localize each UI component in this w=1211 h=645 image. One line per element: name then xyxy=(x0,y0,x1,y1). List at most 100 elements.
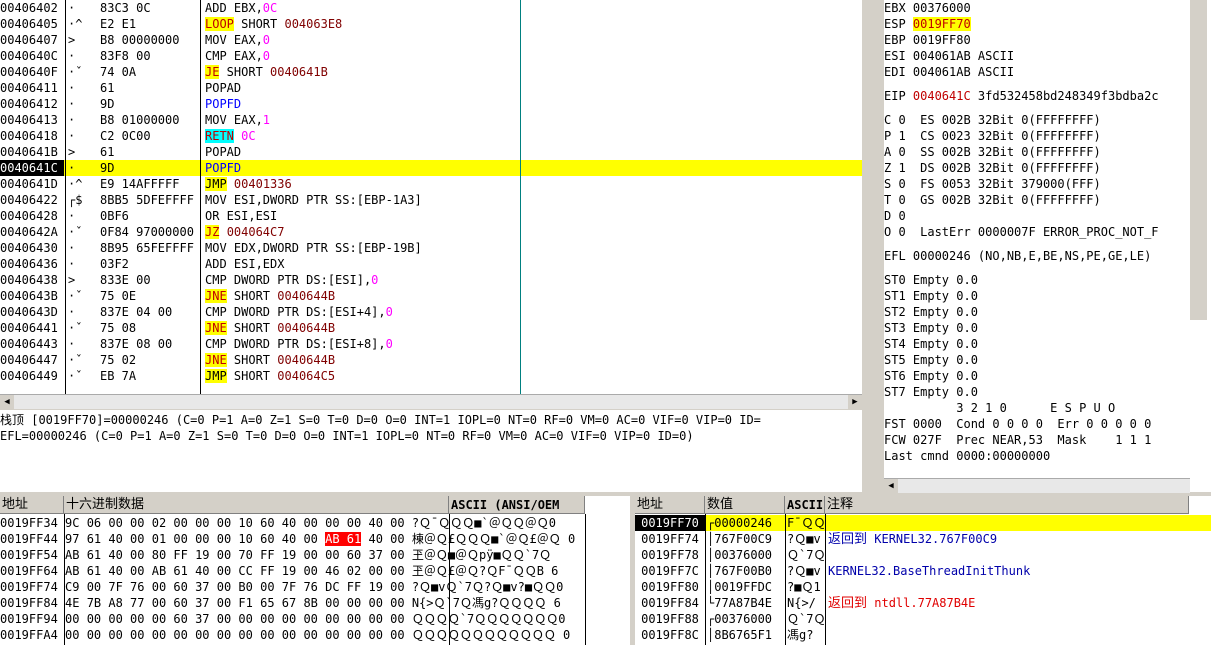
disasm-row[interactable]: 00406411 · 61 POPAD xyxy=(0,80,862,96)
instruction-token: 0040644B xyxy=(277,321,336,335)
stack-comment-target: ntdll.77A87B4E xyxy=(867,596,976,610)
stack-row[interactable]: 0019FF84 └77A87B4E N{>/ 返回到 ntdll.77A87B4E xyxy=(635,595,1211,611)
stack-row[interactable]: 0019FF70 ┌00000246 F¯ＱＱ xyxy=(635,515,1211,531)
scroll-left-icon[interactable]: ◀ xyxy=(884,479,898,493)
disasm-row[interactable]: 00406402 · 83C3 0C ADD EBX,0C xyxy=(0,0,862,16)
disasm-row[interactable]: 0040642A ·ˇ 0F84 97000000 JZ 004064C7 xyxy=(0,224,862,240)
disasm-row[interactable]: 00406438 >833E 00 CMP DWORD PTR DS:[ESI],0 xyxy=(0,272,862,288)
disasm-marker: · xyxy=(68,161,76,175)
stack-row[interactable]: 0019FF80 │0019FFDC ?■Ｑ1 xyxy=(635,579,1211,595)
disasm-address: 0040640C xyxy=(0,49,58,63)
disasm-row[interactable]: 00406443 · 837E 08 00 CMP DWORD PTR DS:[ESI… xyxy=(0,336,862,352)
disasm-instruction: JNE SHORT 0040644B xyxy=(205,288,520,304)
disasm-address: 00406407 xyxy=(0,33,58,47)
stack-address: 0019FF74 xyxy=(641,532,699,546)
disassembly-pane[interactable]: 00406402 · 83C3 0C ADD EBX,0C 00406405 ·^ E2 E… xyxy=(0,0,862,394)
dump-header-ascii[interactable]: ASCII (ANSI/OEM xyxy=(449,496,585,514)
instruction-token: CMP EAX, xyxy=(205,49,263,63)
stack-row[interactable]: 0019FF8C │8B6765F1 馮g? xyxy=(635,627,1211,643)
dump-row[interactable]: 0019FF74 C9 00 7F 76 00 60 37 00 B0 00 7… xyxy=(0,579,563,595)
disasm-row[interactable]: 0040643D · 837E 04 00 CMP DWORD PTR DS:[ESI… xyxy=(0,304,862,320)
instruction-token: JZ xyxy=(205,225,220,239)
dump-row[interactable]: 0019FF44 97 61 40 00 01 00 00 00 10 60 4… xyxy=(0,531,575,547)
disasm-row[interactable]: 00406449 ·ˇ EB 7A JMP SHORT 004064C5 xyxy=(0,368,862,384)
disasm-row-partial[interactable] xyxy=(0,384,862,394)
dump-row[interactable]: 0019FF54 AB 61 40 00 80 FF 19 00 70 FF 1… xyxy=(0,547,551,563)
disasm-address: 0040641B xyxy=(0,145,58,159)
dump-address: 0019FF54 xyxy=(0,548,58,562)
stack-row[interactable]: 0019FF74 │767F00C9 ?Ｑ■v 返回到 KERNEL32.767F00… xyxy=(635,531,1211,547)
memory-dump-pane[interactable]: 地址 十六进制数据 ASCII (ANSI/OEM 0019FF34 9C 06… xyxy=(0,496,630,645)
disasm-address: 00406436 xyxy=(0,257,58,271)
register-eip: EIP 0040641C 3fd532458bd248349f3bdba2c xyxy=(884,88,1159,104)
disasm-row[interactable]: 00406447 ·ˇ 75 02 JNE SHORT 0040644B xyxy=(0,352,862,368)
stack-row[interactable]: 0019FF88 ┌00376000 Ｑ`7Ｑ xyxy=(635,611,1211,627)
disasm-row[interactable]: 0040641D ·^ E9 14AFFFFF JMP 00401336 xyxy=(0,176,862,192)
disasm-hex: 75 02 xyxy=(100,353,137,367)
stack-address: 0019FF80 xyxy=(641,580,699,594)
disasm-row[interactable]: 00406413 · B8 01000000 MOV EAX,1 xyxy=(0,112,862,128)
disasm-address: 00406412 xyxy=(0,97,58,111)
disasm-hex: 75 0E xyxy=(100,289,137,303)
disasm-row[interactable]: 0040643B ·ˇ 75 0E JNE SHORT 0040644B xyxy=(0,288,862,304)
segment-flag-row: A 0 SS 002B 32Bit 0(FFFFFFFF) xyxy=(884,145,1101,159)
register-eip-value[interactable]: 0040641C xyxy=(913,89,971,103)
disasm-row[interactable]: 00406407 > B8 00000000 MOV EAX,0 xyxy=(0,32,862,48)
stack-pane[interactable]: 地址 数值 ASCII 注释 0019FF70 ┌00000246 F¯ＱＱ 0019… xyxy=(635,496,1211,645)
stack-header-address[interactable]: 地址 xyxy=(635,496,705,514)
stack-header-comment[interactable]: 注释 xyxy=(825,496,1189,514)
register-esp-value[interactable]: 0019FF70 xyxy=(912,17,971,31)
pane-splitter[interactable] xyxy=(862,0,884,492)
dump-row[interactable]: 0019FF84 4E 7B A8 77 00 60 37 00 F1 65 6… xyxy=(0,595,561,611)
disasm-row[interactable]: 00406428 · 0BF6 OR ESI,ESI xyxy=(0,208,862,224)
stack-header-ascii[interactable]: ASCII xyxy=(785,496,825,514)
disasm-row[interactable]: 00406441 ·ˇ 75 08 JNE SHORT 0040644B xyxy=(0,320,862,336)
stack-row[interactable]: 0019FF78 │00376000 Ｑ`7Ｑ xyxy=(635,547,1211,563)
stack-row[interactable]: 0019FF7C │767F00B0 ?Ｑ■v KERNEL32.BaseThread… xyxy=(635,563,1211,579)
disasm-marker: · xyxy=(68,209,76,223)
segment-flag-row: P 1 CS 0023 32Bit 0(FFFFFFFF) xyxy=(884,129,1101,143)
disasm-row[interactable]: 00406405 ·^ E2 E1 LOOP SHORT 004063E8 xyxy=(0,16,862,32)
registers-horizontal-scrollbar[interactable]: ◀ xyxy=(884,478,1190,493)
dump-row[interactable]: 0019FF94 00 00 00 00 00 60 37 00 00 00 0… xyxy=(0,611,566,627)
stack-ascii: 馮g? xyxy=(787,628,814,642)
dump-row[interactable]: 0019FF34 9C 06 00 00 02 00 00 00 10 60 4… xyxy=(0,515,556,531)
registers-pane[interactable]: EBX 00376000 ESP 0019FF70 EBP 0019FF80 ESI … xyxy=(884,0,1211,492)
disasm-address: 0040640F xyxy=(0,65,58,79)
scroll-right-icon[interactable]: ▶ xyxy=(848,395,862,409)
dump-row[interactable]: 0019FF64 AB 61 40 00 AB 61 40 00 CC FF 1… xyxy=(0,563,558,579)
stack-header-value[interactable]: 数值 xyxy=(705,496,785,514)
disasm-row[interactable]: 0040641B >61 POPAD xyxy=(0,144,862,160)
disasm-hex: 837E 04 00 xyxy=(100,305,173,319)
disasm-row[interactable]: 0040641C · 9D POPFD xyxy=(0,160,862,176)
disasm-row[interactable]: 00406430 · 8B95 65FEFFFF MOV EDX,DWORD PTR … xyxy=(0,240,862,256)
column-divider xyxy=(65,0,66,394)
scroll-left-icon[interactable]: ◀ xyxy=(0,395,14,409)
dump-header-address[interactable]: 地址 xyxy=(0,496,64,514)
dump-row[interactable]: 0019FFA4 00 00 00 00 00 00 00 00 00 00 0… xyxy=(0,627,570,643)
disasm-row[interactable]: 0040640F ·ˇ 74 0A JE SHORT 0040641B xyxy=(0,64,862,80)
disasm-address: 0040641C xyxy=(0,160,64,176)
instruction-token: LOOP xyxy=(205,17,234,31)
dump-address: 0019FF64 xyxy=(0,564,58,578)
fpu-last-command: Last cmnd 0000:00000000 xyxy=(884,449,1051,463)
segment-flag-row: O 0 LastErr 0000007F ERROR_PROC_NOT_F xyxy=(884,225,1159,239)
registers-vertical-scrollbar[interactable] xyxy=(1190,0,1207,320)
disasm-hex: 83F8 00 xyxy=(100,49,151,63)
disasm-row[interactable]: 00406418 · C2 0C00 RETN 0C xyxy=(0,128,862,144)
disassembly-horizontal-scrollbar[interactable]: ◀ ▶ xyxy=(0,394,862,409)
stack-value: │00376000 xyxy=(707,548,773,562)
stack-address: 0019FF84 xyxy=(641,596,699,610)
disasm-row[interactable]: 00406412 · 9D POPFD xyxy=(0,96,862,112)
dump-hex-highlight: AB 61 xyxy=(325,532,362,546)
disasm-marker: ·ˇ xyxy=(68,289,83,303)
stack-ascii: Ｑ`7Ｑ xyxy=(787,612,825,626)
disasm-row[interactable]: 0040640C · 83F8 00 CMP EAX,0 xyxy=(0,48,862,64)
dump-header-hex[interactable]: 十六进制数据 xyxy=(64,496,449,514)
dump-gap xyxy=(405,564,412,578)
disasm-marker: ·ˇ xyxy=(68,65,83,79)
dump-gap xyxy=(405,532,412,546)
disasm-row[interactable]: 00406422 ┌$ 8BB5 5DFEFFFF MOV ESI,DWORD PTR… xyxy=(0,192,862,208)
disasm-row[interactable]: 00406436 · 03F2 ADD ESI,EDX xyxy=(0,256,862,272)
fpu-flags-header: 3 2 1 0 E S P U O xyxy=(884,401,1116,415)
